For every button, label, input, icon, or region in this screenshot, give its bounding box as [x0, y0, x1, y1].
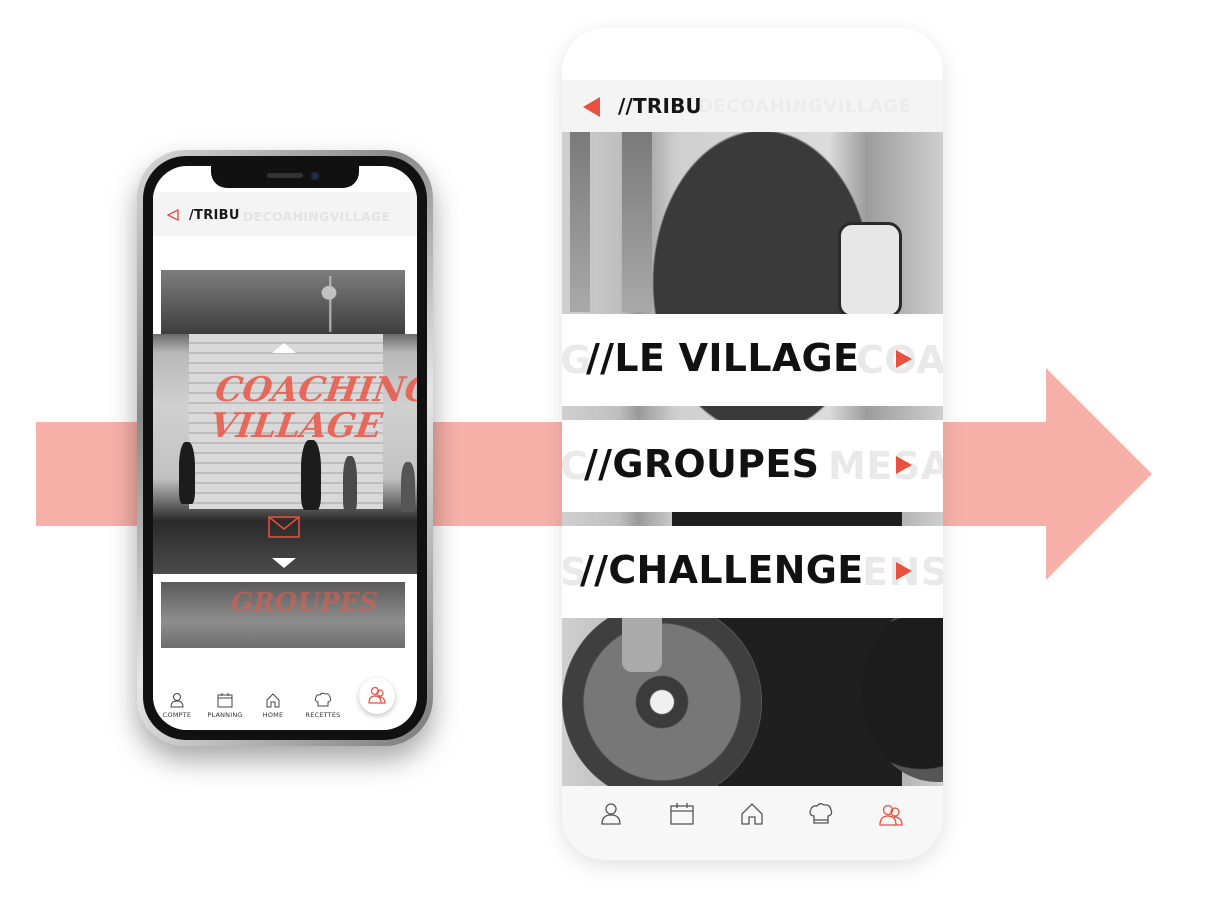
phone-large-screen: //TRIBU DECOAHINGVILLAGE G COA //LE VILL… — [562, 28, 943, 860]
play-arrow-icon — [896, 350, 912, 368]
nav-item-planning[interactable]: PLANNING — [203, 692, 247, 719]
ghost-text: MESAM — [828, 444, 943, 488]
back-arrow-icon[interactable] — [167, 209, 179, 221]
card-title: COACHING VILLAGE — [207, 370, 417, 446]
card-title: GROUPES — [231, 588, 379, 618]
carousel-next-card[interactable]: GROUPES — [161, 582, 405, 648]
play-arrow-icon — [896, 562, 912, 580]
nav-item-compte[interactable]: COMPTE — [155, 692, 199, 719]
home-icon — [266, 693, 280, 708]
home-icon[interactable] — [740, 802, 764, 826]
menu-item-label: //LE VILLAGE — [586, 336, 860, 380]
group-icon[interactable] — [878, 802, 904, 828]
envelope-icon[interactable] — [268, 516, 300, 538]
user-icon — [170, 693, 184, 708]
phone-small: /TRIBU DECOAHINGVILLAGE COACHING VILLAGE… — [137, 150, 433, 746]
menu-item-challenge[interactable]: S ENS //CHALLENGE — [562, 526, 943, 618]
ghost-title: DECOAHINGVILLAGE — [698, 96, 912, 117]
app-header: //TRIBU DECOAHINGVILLAGE — [562, 80, 943, 132]
bottom-nav — [562, 786, 943, 860]
play-arrow-icon — [896, 456, 912, 474]
carousel-current-card[interactable]: COACHING VILLAGE — [153, 334, 417, 574]
calendar-icon — [217, 693, 233, 708]
back-arrow-icon[interactable] — [582, 96, 602, 118]
menu-item-label: //GROUPES — [584, 442, 820, 486]
menu-item-label: //CHALLENGE — [580, 548, 864, 592]
top-notch — [562, 28, 943, 68]
nav-item-recettes[interactable]: RECETTES — [301, 692, 345, 719]
tribu-fab-button[interactable] — [359, 678, 395, 714]
app-header: /TRIBU DECOAHINGVILLAGE — [153, 192, 417, 236]
phone-large: //TRIBU DECOAHINGVILLAGE G COA //LE VILL… — [562, 28, 943, 860]
user-icon[interactable] — [600, 802, 622, 826]
chef-hat-icon[interactable] — [808, 802, 834, 826]
group-icon — [368, 686, 386, 704]
menu-item-groupes[interactable]: C MESAM //GROUPES — [562, 420, 943, 512]
page-title: //TRIBU — [618, 94, 702, 118]
ghost-title: DECOAHINGVILLAGE — [243, 209, 391, 224]
menu-item-le-village[interactable]: G COA //LE VILLAGE — [562, 314, 943, 406]
nav-label: PLANNING — [207, 711, 243, 719]
page-title: /TRIBU — [189, 208, 240, 223]
calendar-icon[interactable] — [670, 802, 694, 826]
chef-hat-icon — [314, 692, 332, 707]
triangle-up-icon[interactable] — [272, 343, 296, 353]
triangle-down-icon[interactable] — [272, 558, 296, 568]
nav-label: HOME — [262, 711, 284, 719]
phone-small-screen: /TRIBU DECOAHINGVILLAGE COACHING VILLAGE… — [153, 166, 417, 730]
nav-item-home[interactable]: HOME — [251, 692, 295, 719]
nav-label: COMPTE — [162, 711, 192, 719]
carousel-prev-card[interactable] — [161, 270, 405, 334]
nav-label: RECETTES — [305, 711, 341, 719]
notch — [211, 166, 359, 188]
camera-icon — [311, 172, 319, 180]
coaching-village-badge — [838, 222, 902, 318]
